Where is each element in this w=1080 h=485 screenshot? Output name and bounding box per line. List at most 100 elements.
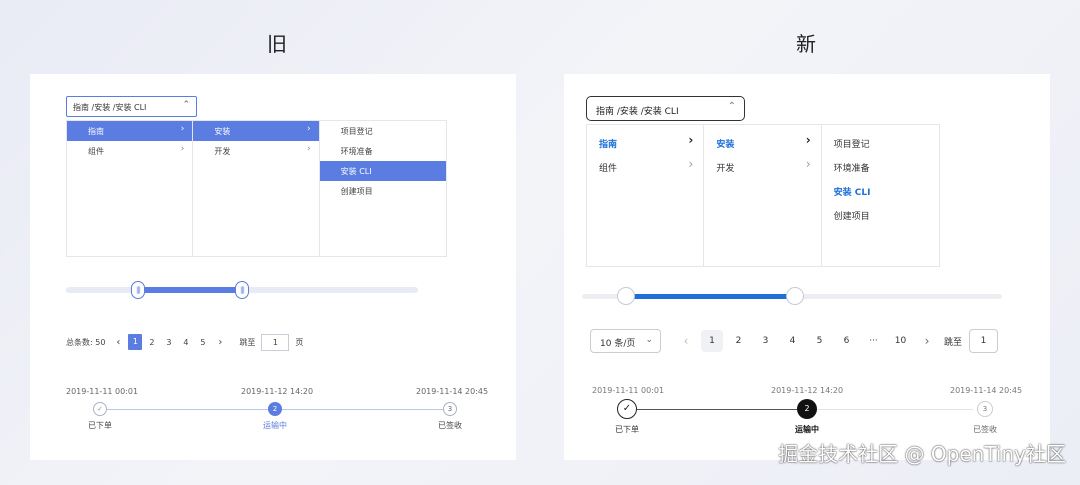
jump-page-input[interactable]: 1: [261, 333, 290, 351]
timeline-step-label: 已下单: [88, 421, 112, 430]
cascader-column-2: 安装 › 开发 ›: [193, 121, 320, 256]
cascader-option[interactable]: 环境准备: [822, 157, 939, 181]
cascader-option-label: 开发: [214, 147, 231, 156]
jump-label: 跳至: [239, 337, 256, 347]
range-slider[interactable]: [582, 287, 1002, 305]
chevron-right-icon: ›: [180, 144, 185, 154]
page-size-value: 10 条/页: [600, 339, 636, 349]
cascader-column-2: 安装 › 开发 ›: [704, 125, 822, 266]
chevron-left-icon[interactable]: ‹: [109, 337, 127, 348]
page-number[interactable]: 5: [194, 338, 211, 347]
chevron-right-icon: ›: [688, 133, 694, 147]
timeline-time: 2019-11-11 00:01: [592, 386, 665, 395]
cascader-column-3: 项目登记 环境准备 安装 CLI 创建项目: [822, 125, 939, 266]
chevron-right-icon[interactable]: ›: [211, 337, 229, 348]
slider-handle-high[interactable]: |||: [235, 281, 249, 299]
timeline-node: 3: [443, 402, 457, 416]
jump-label: 跳至: [944, 337, 963, 348]
timeline-time: 2019-11-14 20:45: [950, 386, 1023, 395]
cascader-option[interactable]: 开发 ›: [193, 141, 318, 161]
cascader-dropdown: 指南 › 组件 › 安装 › 开发 › 项目登记 环境准备 安装 CLI 创建项…: [586, 124, 940, 267]
timeline-step-label: 运输中: [795, 425, 819, 434]
page-number[interactable]: 2: [143, 338, 160, 347]
page-number[interactable]: 2: [725, 336, 752, 346]
timeline-time: 2019-11-12 14:20: [771, 386, 844, 395]
pagination: 10 条/页 ⌄ ‹ 1 2 3 4 5 6 ··· 10 › 跳至 1: [590, 329, 999, 353]
chevron-down-icon: ⌄: [645, 335, 653, 345]
cascader-option[interactable]: 安装 CLI: [319, 161, 446, 181]
slider-handle-high[interactable]: [786, 287, 804, 305]
cascader-option[interactable]: 安装 CLI: [822, 181, 939, 205]
cascader-option-label: 组件: [599, 164, 618, 174]
chevron-right-icon: ›: [805, 133, 811, 147]
chevron-right-icon[interactable]: ›: [914, 334, 940, 348]
cascader-option[interactable]: 项目登记: [320, 121, 446, 141]
cascader-column-3: 项目登记 环境准备 安装 CLI 创建项目: [319, 121, 446, 256]
chevron-right-icon: ›: [307, 124, 311, 134]
cascader-option[interactable]: 创建项目: [822, 205, 939, 229]
cascader-column-1: 指南 › 组件 ›: [67, 121, 194, 256]
total-count: 总条数: 50: [66, 337, 106, 347]
cascader-option[interactable]: 指南 ›: [67, 121, 193, 141]
page-ellipsis[interactable]: ···: [860, 336, 887, 346]
page-number[interactable]: 4: [177, 338, 194, 347]
cascader-select-value: 指南 /安装 /安装 CLI: [73, 103, 147, 112]
page-unit-label: 页: [295, 337, 304, 347]
chevron-up-icon: ⌃: [182, 100, 190, 110]
page-number[interactable]: 3: [160, 338, 177, 347]
page-number[interactable]: 6: [833, 336, 860, 346]
chevron-right-icon: ›: [180, 124, 185, 134]
timeline-step-label: 已签收: [438, 421, 462, 430]
cascader-option-label: 组件: [88, 147, 104, 156]
page-number[interactable]: 5: [806, 336, 833, 346]
cascader-option[interactable]: 安装 ›: [193, 121, 319, 141]
chevron-up-icon: ⌃: [727, 101, 736, 112]
heading-new: 新: [796, 32, 816, 56]
slider-handle-low[interactable]: [617, 287, 635, 305]
cascader-option-label: 开发: [716, 164, 735, 174]
cascader-option[interactable]: 项目登记: [822, 133, 939, 157]
check-icon: ✓: [93, 402, 107, 416]
timeline-connector: [817, 409, 973, 410]
chevron-right-icon: ›: [688, 157, 694, 171]
slider-handle-low[interactable]: |||: [131, 281, 145, 299]
cascader-column-1: 指南 › 组件 ›: [587, 125, 705, 266]
page-size-select[interactable]: 10 条/页 ⌄: [590, 329, 661, 353]
jump-page-input[interactable]: 1: [969, 329, 999, 353]
range-slider[interactable]: ||| |||: [66, 281, 418, 299]
check-icon: ✓: [617, 399, 637, 419]
page-number[interactable]: 1: [128, 334, 143, 350]
timeline-time: 2019-11-11 00:01: [66, 387, 139, 396]
chevron-right-icon: ›: [307, 144, 311, 154]
page-number[interactable]: 10: [887, 336, 914, 346]
cascader-select[interactable]: 指南 /安装 /安装 CLI ⌃: [66, 96, 197, 117]
cascader-option[interactable]: 组件 ›: [67, 141, 192, 161]
cascader-option[interactable]: 环境准备: [320, 141, 446, 161]
old-component-panel: 指南 /安装 /安装 CLI ⌃ 指南 › 组件 › 安装 › 开发 › 项目登…: [30, 74, 516, 460]
cascader-select[interactable]: 指南 /安装 /安装 CLI ⌃: [586, 96, 745, 121]
chevron-right-icon: ›: [805, 157, 811, 171]
timeline-connector: [107, 409, 268, 410]
timeline-step-label: 已签收: [973, 425, 997, 434]
timeline-node-current: 2: [797, 399, 817, 419]
new-component-panel: 指南 /安装 /安装 CLI ⌃ 指南 › 组件 › 安装 › 开发 › 项目登…: [564, 74, 1050, 460]
page-number[interactable]: 4: [779, 336, 806, 346]
page-number[interactable]: 3: [752, 336, 779, 346]
page-number[interactable]: 1: [701, 330, 723, 352]
heading-old: 旧: [267, 32, 287, 56]
timeline-connector: [282, 409, 443, 410]
cascader-option-label: 安装: [214, 127, 231, 136]
slider-range-fill: [138, 287, 242, 293]
cascader-option-label: 安装: [716, 140, 735, 150]
cascader-select-value: 指南 /安装 /安装 CLI: [596, 107, 679, 117]
cascader-option[interactable]: 组件 ›: [587, 157, 703, 181]
cascader-option[interactable]: 指南 ›: [587, 133, 703, 157]
slider-range-fill: [626, 294, 795, 299]
chevron-left-icon[interactable]: ‹: [673, 334, 699, 348]
cascader-option[interactable]: 开发 ›: [704, 157, 820, 181]
timeline-step-label: 已下单: [615, 425, 639, 434]
cascader-option[interactable]: 安装 ›: [704, 133, 820, 157]
cascader-option[interactable]: 创建项目: [320, 181, 446, 201]
timeline-connector: [637, 409, 797, 410]
timeline-node: 3: [977, 401, 993, 417]
